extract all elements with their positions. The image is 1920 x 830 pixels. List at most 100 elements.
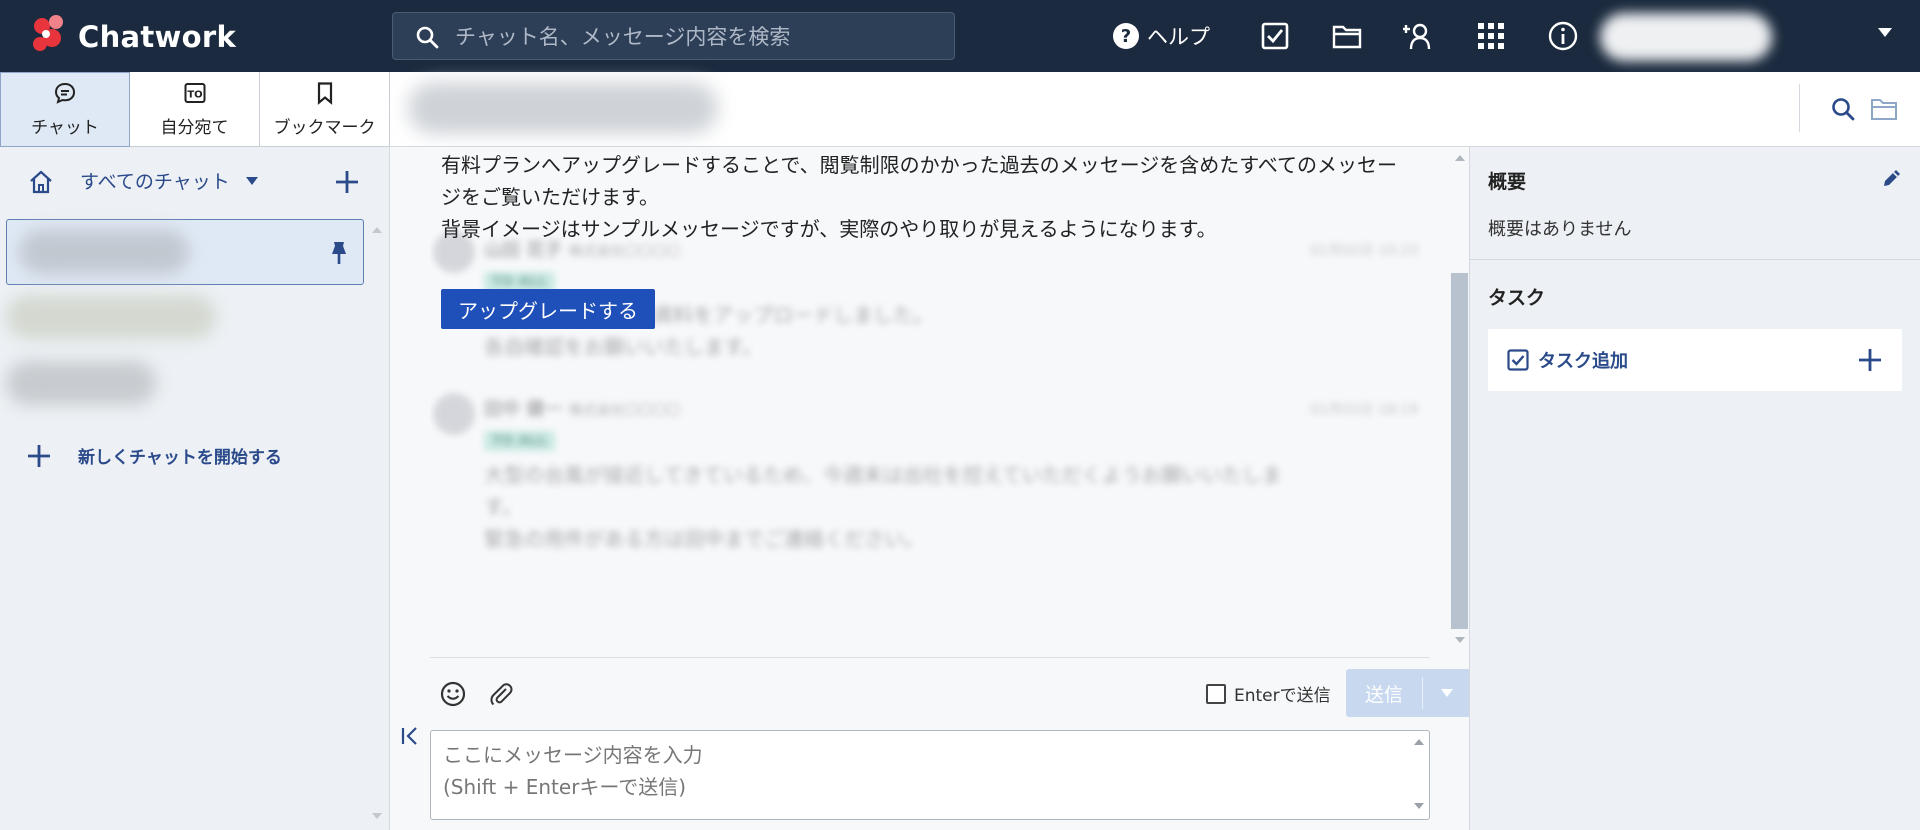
- chatwork-logo[interactable]: Chatwork: [28, 14, 248, 58]
- send-label: 送信: [1364, 683, 1403, 706]
- add-task-label: タスク追加: [1538, 351, 1628, 372]
- chat-list-item[interactable]: [6, 219, 364, 285]
- send-button[interactable]: 送信: [1346, 669, 1471, 717]
- scroll-up-icon[interactable]: [1455, 155, 1465, 161]
- chat-list-item[interactable]: [6, 351, 364, 417]
- sample-date: 01月03日 18:19: [1310, 402, 1419, 418]
- sidebar-scroll-down-icon[interactable]: [372, 813, 382, 819]
- top-header: Chatwork ? ヘルプ: [0, 0, 1920, 72]
- attach-file-button[interactable]: [488, 681, 514, 707]
- chat-sidebar: すべてのチャット 新しくチャットを開始する: [0, 147, 390, 830]
- enter-send-checkbox[interactable]: [1206, 683, 1226, 704]
- bookmark-icon: [317, 82, 332, 105]
- room-header-divider: [1799, 84, 1800, 132]
- checkbox-check-icon: [1261, 22, 1289, 50]
- help-button[interactable]: ? ヘルプ: [1113, 18, 1210, 54]
- home-icon: [30, 170, 52, 194]
- send-options-chevron-icon[interactable]: [1441, 689, 1453, 697]
- edit-overview-button[interactable]: [1881, 167, 1905, 191]
- add-contact-icon: [1403, 23, 1431, 50]
- info-icon: [1548, 21, 1578, 51]
- smiley-icon: [440, 681, 466, 707]
- sample-sender: 田中 健一 株式会社〇〇〇〇: [484, 399, 681, 420]
- folder-icon: [1332, 25, 1362, 49]
- collapse-sidebar-button[interactable]: [400, 725, 424, 749]
- chat-item-name: [6, 295, 216, 339]
- message-input-box[interactable]: [430, 730, 1430, 820]
- scroll-down-icon[interactable]: [1455, 637, 1465, 643]
- sample-avatar: [433, 393, 475, 435]
- account-menu-caret-icon[interactable]: [1878, 28, 1892, 37]
- scrollbar-thumb[interactable]: [1451, 273, 1468, 629]
- message-input[interactable]: [443, 739, 1403, 811]
- input-scroll-up-icon[interactable]: [1414, 739, 1424, 745]
- add-task-button[interactable]: タスク追加: [1488, 329, 1902, 391]
- sample-text: 大型の台風が接近してきているため、今週末は出社を控えていただくようお願いいたしま…: [484, 463, 1282, 551]
- home-button[interactable]: [28, 169, 54, 195]
- apps-button[interactable]: [1471, 16, 1511, 56]
- chat-item-name: [6, 361, 156, 405]
- contacts-button[interactable]: [1399, 16, 1439, 56]
- enter-send-toggle[interactable]: Enterで送信: [1206, 681, 1331, 706]
- collapse-left-icon: [401, 727, 417, 745]
- upgrade-button[interactable]: アップグレードする: [441, 289, 655, 329]
- message-timeline: 山田 花子 株式会社〇〇〇〇 01月02日 10:23 TO ALL ○○○○に…: [390, 147, 1471, 830]
- svg-text:TO: TO: [187, 90, 202, 101]
- plus-icon: [336, 171, 358, 193]
- info-button[interactable]: [1543, 16, 1583, 56]
- all-chats-dropdown[interactable]: すべてのチャット: [80, 167, 230, 194]
- panel-divider: [1470, 259, 1920, 260]
- tab-chat[interactable]: チャット: [0, 72, 130, 147]
- tab-bookmarks[interactable]: ブックマーク: [260, 72, 390, 147]
- task-list-button[interactable]: [1255, 16, 1295, 56]
- enter-send-label: Enterで送信: [1234, 686, 1331, 706]
- search-input[interactable]: [455, 21, 935, 53]
- file-list-button[interactable]: [1327, 16, 1367, 56]
- room-files-button[interactable]: [1870, 96, 1900, 124]
- sidebar-scroll-up-icon[interactable]: [372, 227, 382, 233]
- chat-bubble-icon: [54, 82, 76, 104]
- tab-mentions[interactable]: TO 自分宛て: [130, 72, 260, 147]
- upgrade-text: 有料プランへアップグレードすることで、閲覧制限のかかった過去のメッセージを含めた…: [441, 153, 1397, 241]
- composer-toolbar: Enterで送信 送信: [430, 667, 1471, 719]
- timeline-scrollbar[interactable]: [1448, 147, 1468, 657]
- room-title: [408, 82, 718, 134]
- grid-icon: [1478, 23, 1504, 49]
- room-search-button[interactable]: [1830, 96, 1858, 124]
- view-tabs: チャット TO 自分宛て ブックマーク: [0, 72, 390, 147]
- search-icon: [1832, 98, 1855, 121]
- plus-icon: [28, 445, 50, 467]
- upgrade-notice: 有料プランへアップグレードすることで、閲覧制限のかかった過去のメッセージを含めた…: [430, 147, 1397, 329]
- pin-icon[interactable]: [329, 240, 349, 266]
- help-icon: ?: [1113, 23, 1139, 49]
- tab-chat-label: チャット: [31, 118, 99, 138]
- chevron-down-icon[interactable]: [246, 177, 258, 185]
- composer-divider: [430, 657, 1430, 658]
- chatwork-logo-icon: [33, 15, 63, 51]
- pencil-icon: [1884, 170, 1900, 186]
- room-header: [390, 72, 1920, 147]
- emoji-button[interactable]: [440, 681, 466, 707]
- checkbox-check-icon: [1507, 349, 1529, 371]
- add-chat-button[interactable]: [334, 169, 360, 195]
- account-avatar[interactable]: [1600, 13, 1772, 61]
- sample-to-badge: TO ALL: [484, 431, 556, 451]
- input-scroll-down-icon[interactable]: [1414, 803, 1424, 809]
- chat-list-item[interactable]: [6, 285, 364, 351]
- search-box[interactable]: [392, 12, 955, 60]
- task-title: タスク: [1488, 287, 1546, 309]
- new-chat-label: 新しくチャットを開始する: [78, 448, 282, 468]
- chat-item-name: [19, 230, 189, 274]
- new-chat-button[interactable]: 新しくチャットを開始する: [0, 435, 370, 475]
- overview-empty-text: 概要はありません: [1488, 219, 1632, 240]
- paperclip-icon: [490, 683, 513, 706]
- plus-icon: [1859, 349, 1881, 371]
- overview-title: 概要: [1488, 171, 1527, 193]
- to-mention-icon: TO: [184, 83, 205, 103]
- send-divider: [1422, 677, 1423, 709]
- logo-text: Chatwork: [78, 20, 237, 54]
- tab-bookmarks-label: ブックマーク: [273, 118, 376, 138]
- room-info-panel: 概要 概要はありません タスク タスク追加: [1469, 147, 1920, 830]
- help-label: ヘルプ: [1147, 25, 1210, 49]
- folder-icon: [1871, 99, 1897, 120]
